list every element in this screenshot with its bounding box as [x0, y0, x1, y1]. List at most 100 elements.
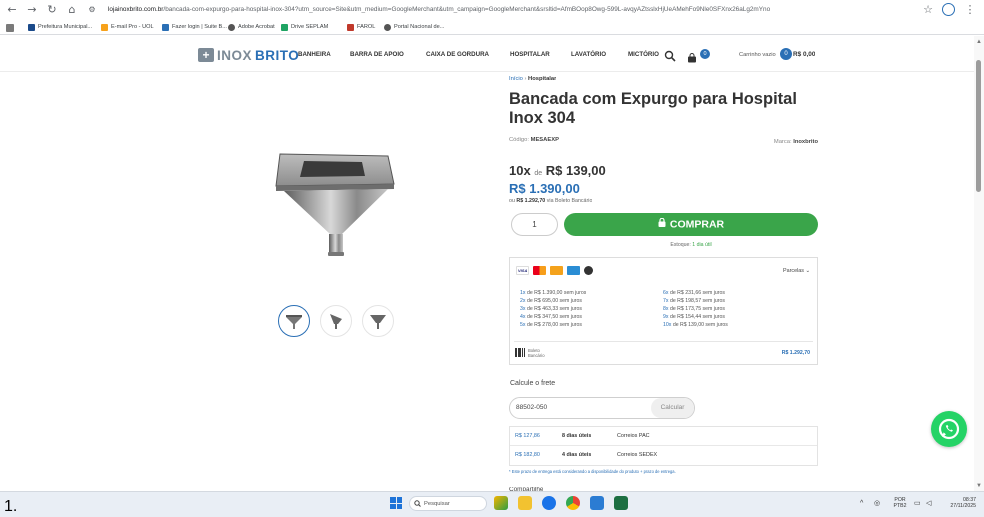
shipping-option: R$ 182,80 — [515, 452, 540, 458]
taskbar — [0, 491, 984, 517]
back-icon[interactable]: ← — [6, 4, 18, 16]
buy-button[interactable]: COMPRAR — [564, 213, 818, 236]
language-indicator[interactable]: POR PTB2 — [890, 497, 910, 509]
cart-count-badge: 0 — [780, 48, 792, 60]
bag-icon[interactable] — [687, 50, 697, 63]
installment-row: 10x de R$ 139,00 sem juros — [663, 322, 728, 328]
product-title: Bancada com Expurgo para Hospital Inox 3… — [509, 90, 797, 127]
card-brands: VISA — [516, 266, 593, 275]
chrome-icon[interactable] — [566, 496, 580, 510]
profile-icon[interactable] — [942, 3, 955, 16]
installment-row: 7x de R$ 198,57 sem juros — [663, 298, 726, 304]
shipping-title: Calcule o frete — [510, 380, 556, 387]
breadcrumb: Início › Hospitalar — [509, 75, 556, 83]
apps-icon[interactable] — [6, 22, 14, 33]
logo-cross-icon: + — [198, 48, 214, 62]
widgets-icon[interactable] — [494, 496, 508, 510]
boleto-value: R$ 1.292,70 — [781, 350, 810, 356]
shipping-days: 4 dias úteis — [562, 452, 592, 458]
search-icon[interactable] — [664, 49, 676, 62]
mastercard-icon — [533, 266, 546, 275]
elo-icon — [550, 266, 563, 275]
file-explorer-icon[interactable] — [518, 496, 532, 510]
bookmark-3[interactable]: Adobe Acrobat — [228, 22, 275, 33]
breadcrumb-home[interactable]: Início — [509, 76, 523, 82]
edge-browser-icon[interactable] — [542, 496, 556, 510]
shipping-option: R$ 127,86 — [515, 433, 540, 439]
search-icon — [414, 497, 421, 510]
cart-total[interactable]: R$ 0,00 — [793, 50, 815, 60]
buy-button-label: COMPRAR — [669, 218, 725, 231]
product-main-image[interactable] — [270, 148, 400, 260]
excel-icon[interactable] — [614, 496, 628, 510]
installment-row: 4x de R$ 347,50 sem juros — [520, 314, 583, 320]
menu-lavatorio[interactable]: LAVATÓRIO — [571, 50, 606, 60]
scrollbar-thumb[interactable] — [976, 60, 981, 192]
thumbnail-1[interactable] — [278, 305, 310, 337]
site-header — [0, 36, 984, 72]
store-icon[interactable] — [590, 496, 604, 510]
taskbar-search[interactable]: Pesquisar — [409, 496, 487, 511]
bookmark-1[interactable]: E-mail Pro - UOL — [101, 22, 154, 33]
thumbnail-3[interactable] — [362, 305, 394, 337]
breadcrumb-current[interactable]: Hospitalar — [528, 76, 556, 82]
diners-icon — [584, 266, 593, 275]
url-field[interactable]: lojainoxbrito.com.br/bancada-com-expurgo… — [108, 4, 908, 16]
network-icon[interactable]: ▭ — [914, 497, 921, 511]
list-number: 1. — [4, 498, 18, 515]
site-logo[interactable]: + INOX BRITO — [198, 46, 299, 64]
shipping-carrier: Correios PAC — [617, 433, 650, 439]
divider — [514, 341, 813, 342]
menu-barra-de-apoio[interactable]: BARRA DE APOIO — [350, 50, 404, 60]
barcode-icon — [515, 348, 525, 357]
bookmark-star-icon[interactable]: ☆ — [922, 4, 934, 16]
bookmark-5[interactable]: FAROL — [347, 22, 375, 33]
breadcrumb-separator: › — [524, 76, 527, 82]
menu-mictorio[interactable]: MICTÓRIO — [628, 50, 659, 60]
url-host: lojainoxbrito.com.br — [108, 6, 164, 13]
installment-row: 1x de R$ 1.390,00 sem juros — [520, 290, 587, 296]
divider — [510, 445, 817, 446]
parcelas-toggle[interactable]: Parcelas ⌄ — [740, 267, 810, 275]
menu-banheira[interactable]: BANHEIRA — [298, 50, 331, 60]
quantity-input[interactable]: 1 — [511, 213, 558, 236]
tray-chevron-icon[interactable]: ^ — [860, 497, 863, 511]
bookmark-2[interactable]: Fazer login | Suite B... — [162, 22, 227, 33]
windows-start-icon[interactable] — [390, 497, 402, 509]
forward-icon[interactable]: → — [26, 4, 38, 16]
shipping-days: 8 dias úteis — [562, 433, 592, 439]
volume-icon[interactable]: ◁ — [926, 497, 931, 511]
product-code: Código: MESAEXP — [509, 137, 559, 143]
bookmark-4[interactable]: Drive SEPLAM — [281, 22, 328, 33]
reload-icon[interactable]: ↻ — [46, 4, 58, 16]
stock-info: Estoque: 1 dia útil — [670, 242, 712, 248]
installment-row: 9x de R$ 154,44 sem juros — [663, 314, 726, 320]
calculate-shipping-button[interactable]: Calcular — [651, 398, 694, 418]
chevron-down-icon: ⌄ — [805, 268, 810, 274]
menu-hospitalar[interactable]: HOSPITALAR — [510, 50, 550, 60]
cart-label[interactable]: Carrinho vazio — [739, 50, 776, 60]
visa-icon: VISA — [516, 266, 529, 275]
installment-row: 5x de R$ 278,00 sem juros — [520, 322, 583, 328]
wishlist-count-badge: 0 — [700, 49, 710, 59]
clock[interactable]: 08:37 27/11/2025 — [940, 497, 976, 509]
product-price: R$ 1.390,00 — [509, 181, 580, 196]
scroll-down-icon[interactable]: ▼ — [976, 483, 982, 489]
scroll-up-icon[interactable]: ▲ — [976, 39, 982, 45]
menu-caixa-de-gordura[interactable]: CAIXA DE GORDURA — [426, 50, 489, 60]
shipping-carrier: Correios SEDEX — [617, 452, 658, 458]
thumbnail-2[interactable] — [320, 305, 352, 337]
installment-row: 6x de R$ 231,66 sem juros — [663, 290, 726, 296]
whatsapp-button[interactable] — [931, 411, 967, 447]
cep-value: 88502-050 — [516, 404, 548, 411]
site-info-icon[interactable]: ⚙ — [86, 4, 98, 16]
amex-icon — [567, 266, 580, 275]
bookmark-0[interactable]: Prefeitura Municipal... — [28, 22, 92, 33]
bookmark-6[interactable]: Portal Nacional de... — [384, 22, 444, 33]
menu-dots-icon[interactable]: ⋮ — [964, 4, 976, 16]
tray-app-icon[interactable]: ◎ — [874, 497, 880, 511]
home-icon[interactable]: ⌂ — [66, 4, 78, 16]
url-path: /bancada-com-expurgo-para-hospital-inox-… — [163, 6, 771, 13]
shipping-options-table — [509, 426, 818, 466]
boleto-label: Boleto Bancário — [528, 348, 545, 358]
